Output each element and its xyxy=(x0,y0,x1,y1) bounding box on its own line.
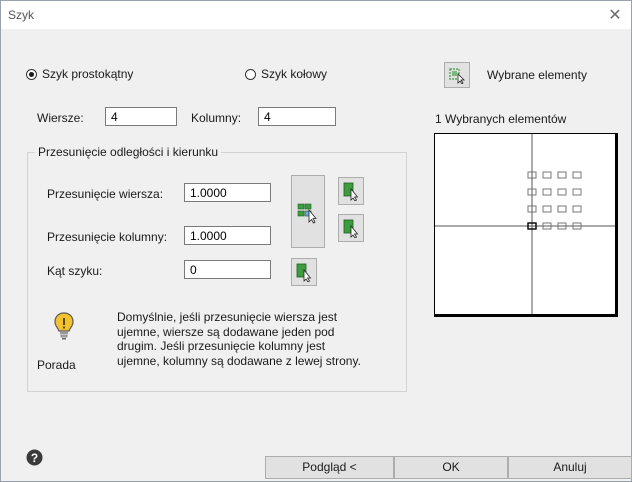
column-offset-input[interactable] xyxy=(184,226,271,245)
row-offset-input[interactable] xyxy=(184,183,271,202)
help-icon[interactable]: ? xyxy=(26,449,43,466)
array-angle-label: Kąt szyku: xyxy=(47,264,103,278)
rectangular-array-label[interactable]: Szyk prostokątny xyxy=(42,67,133,81)
pick-column-offset-icon xyxy=(343,219,359,238)
polar-array-radio[interactable] xyxy=(245,69,256,80)
columns-input[interactable] xyxy=(258,107,336,126)
select-objects-label: Wybrane elementy xyxy=(487,68,587,82)
array-preview xyxy=(434,133,618,317)
preview-drawing xyxy=(435,134,615,314)
polar-array-label[interactable]: Szyk kołowy xyxy=(261,67,327,81)
rectangular-array-radio[interactable] xyxy=(26,69,37,80)
title-bar: Szyk ✕ xyxy=(1,1,631,29)
selected-count: 1 Wybranych elementów xyxy=(435,112,567,126)
select-objects-button[interactable] xyxy=(444,62,470,88)
ok-button[interactable]: OK xyxy=(394,456,508,479)
preview-button[interactable]: Podgląd < xyxy=(265,456,394,479)
cancel-button[interactable]: Anuluj xyxy=(508,456,632,479)
tip-label: Porada xyxy=(37,358,76,372)
pick-angle-button[interactable] xyxy=(291,258,317,286)
rows-input[interactable] xyxy=(105,107,177,126)
tip-text: Domyślnie, jeśli przesunięcie wiersza je… xyxy=(117,310,361,368)
window-title: Szyk xyxy=(8,8,35,22)
pick-row-offset-button[interactable] xyxy=(338,177,364,205)
pick-both-offsets-icon xyxy=(297,203,317,224)
array-dialog: Szyk ✕ Szyk prostokątny Szyk kołowy Wybr… xyxy=(0,0,632,482)
row-offset-label: Przesunięcie wiersza: xyxy=(47,187,164,201)
lightbulb-icon xyxy=(54,312,74,340)
rows-label: Wiersze: xyxy=(37,111,84,125)
pick-both-offsets-button[interactable] xyxy=(291,175,325,248)
column-offset-label: Przesunięcie kolumny: xyxy=(47,230,168,244)
pick-column-offset-button[interactable] xyxy=(338,214,364,242)
offset-group-title: Przesunięcie odległości i kierunku xyxy=(35,145,222,159)
array-angle-input[interactable] xyxy=(184,260,271,279)
pick-row-offset-icon xyxy=(343,182,359,201)
select-objects-icon xyxy=(449,68,465,84)
close-icon[interactable]: ✕ xyxy=(607,5,623,24)
svg-text:?: ? xyxy=(31,451,38,465)
pick-angle-icon xyxy=(296,263,312,282)
columns-label: Kolumny: xyxy=(191,111,242,125)
